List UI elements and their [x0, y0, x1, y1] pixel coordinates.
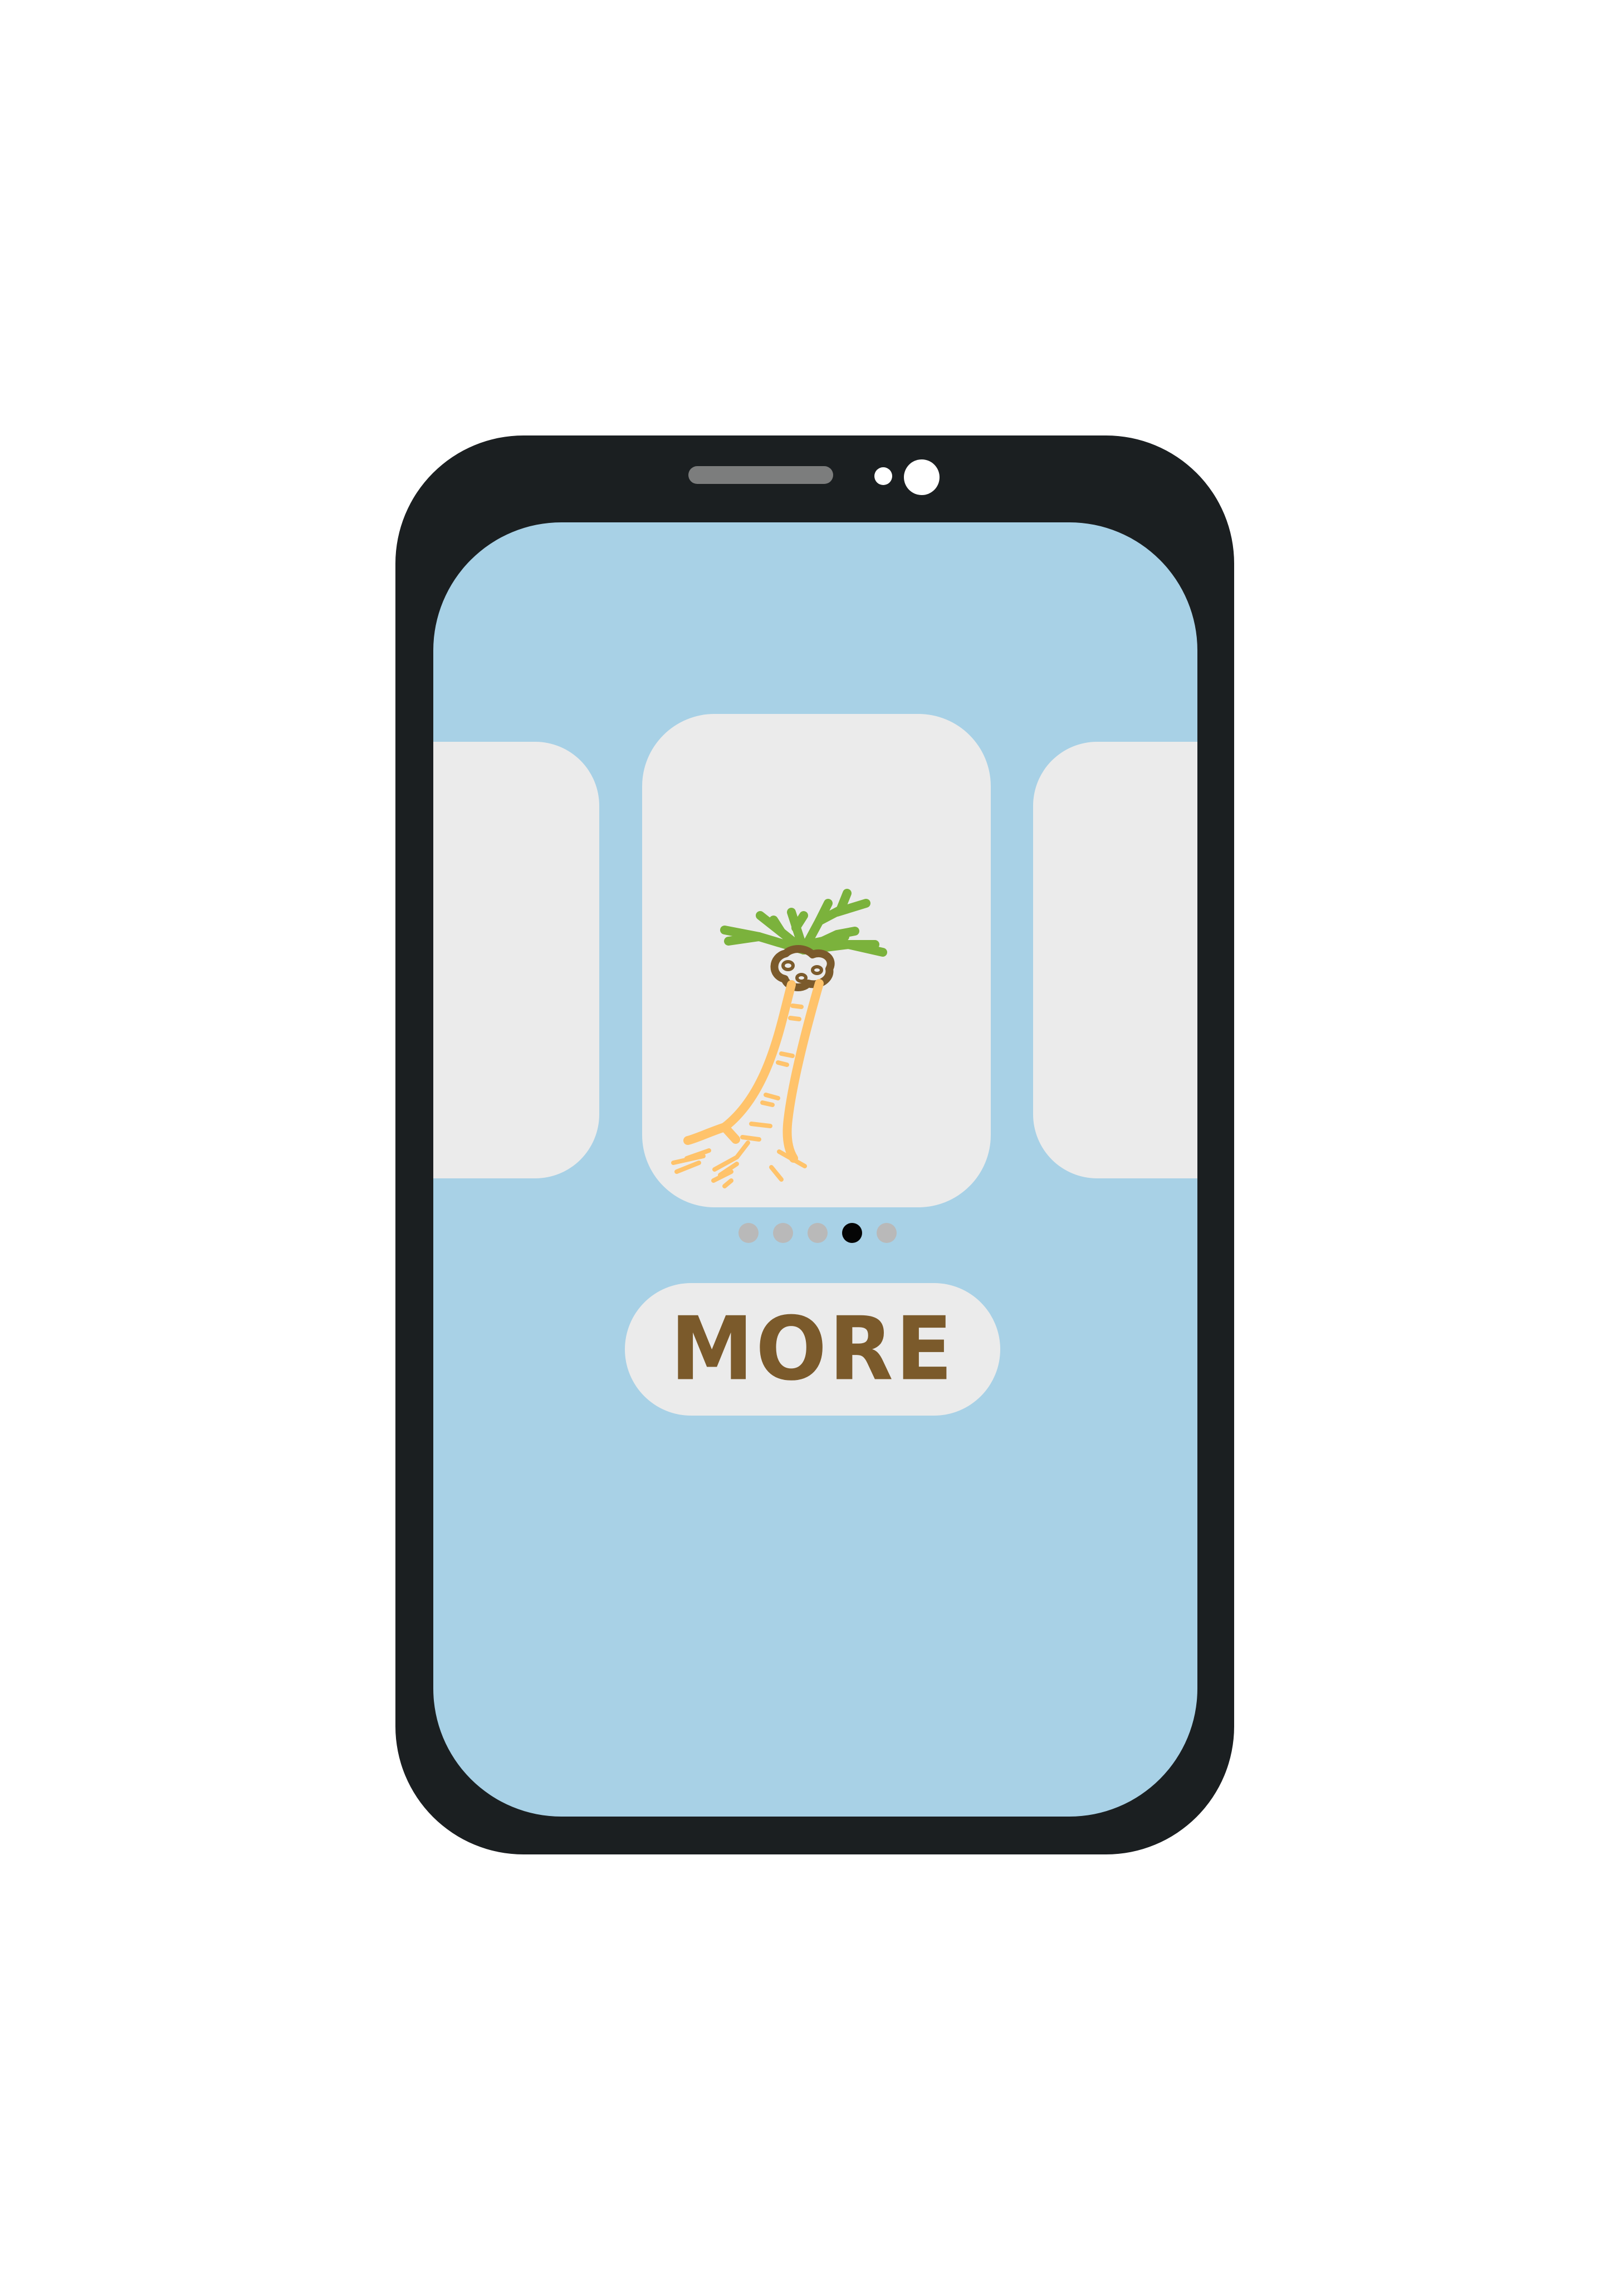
pagination-dot[interactable] [877, 1223, 897, 1243]
carousel-pagination [433, 1223, 1197, 1243]
proximity-sensor-icon [874, 467, 892, 485]
pagination-dot-active[interactable] [842, 1223, 862, 1243]
carousel-card-current[interactable] [642, 714, 991, 1207]
more-button-label: MORE [670, 1298, 955, 1401]
carousel-card-next[interactable] [1033, 742, 1197, 1178]
carousel-card-previous[interactable] [433, 742, 599, 1178]
earpiece-speaker [688, 466, 833, 484]
pagination-dot[interactable] [738, 1223, 759, 1243]
phone-frame: MORE [395, 435, 1234, 1854]
horseradish-root-icon [671, 889, 887, 1188]
pagination-dot[interactable] [773, 1223, 793, 1243]
page: MORE [0, 0, 1624, 2281]
front-camera-icon [904, 459, 940, 495]
phone-screen: MORE [433, 522, 1197, 1817]
pagination-dot[interactable] [808, 1223, 828, 1243]
more-button[interactable]: MORE [625, 1283, 1000, 1416]
